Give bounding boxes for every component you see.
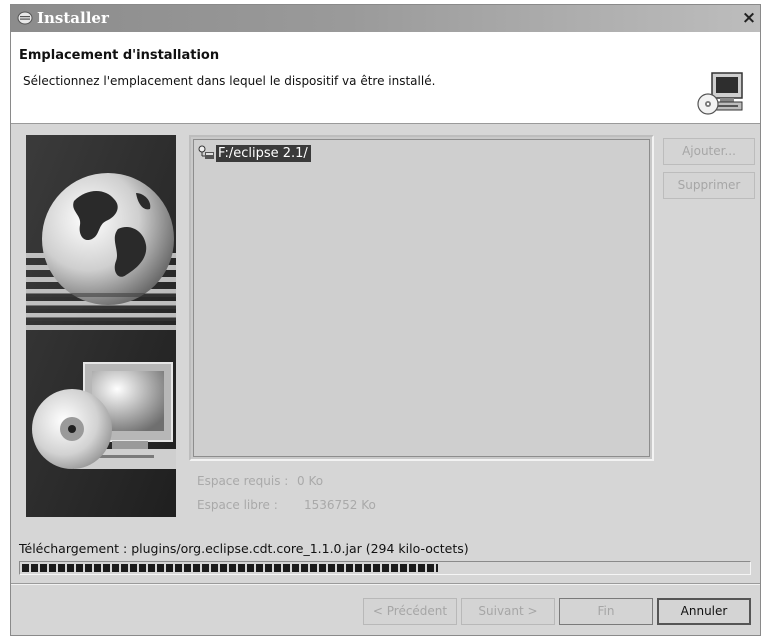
remove-button[interactable]: Supprimer bbox=[663, 172, 755, 199]
eclipse-icon bbox=[17, 11, 33, 25]
wizard-banner-image bbox=[26, 135, 176, 517]
list-viewport: F:/eclipse 2.1/ bbox=[193, 139, 650, 457]
window-title: Installer bbox=[37, 9, 109, 27]
previous-button[interactable]: < Précédent bbox=[363, 598, 457, 625]
wizard-header: Emplacement d'installation Sélectionnez … bbox=[11, 32, 760, 124]
download-progress-bar bbox=[19, 561, 751, 575]
footer-separator bbox=[11, 583, 760, 585]
location-label[interactable]: F:/eclipse 2.1/ bbox=[216, 144, 311, 162]
computer-cd-icon bbox=[697, 72, 743, 115]
finish-button[interactable]: Fin bbox=[559, 598, 653, 625]
page-description: Sélectionnez l'emplacement dans lequel l… bbox=[23, 74, 436, 88]
required-space-label: Espace requis : bbox=[197, 474, 289, 488]
page-title: Emplacement d'installation bbox=[19, 48, 220, 63]
cancel-button[interactable]: Annuler bbox=[657, 598, 751, 625]
title-bar[interactable]: Installer × bbox=[11, 5, 760, 32]
folder-tree-icon bbox=[198, 145, 214, 159]
installer-window: Installer × Emplacement d'installation S… bbox=[10, 4, 761, 636]
install-location-list[interactable]: F:/eclipse 2.1/ bbox=[189, 135, 654, 461]
globe-computer-illustration bbox=[26, 135, 176, 517]
free-space-value: 1536752 Ko bbox=[304, 498, 376, 512]
close-button[interactable]: × bbox=[740, 9, 758, 28]
required-space: Espace requis : 0 Ko bbox=[197, 474, 323, 488]
free-space: Espace libre : 1536752 Ko bbox=[197, 498, 376, 512]
required-space-value: 0 Ko bbox=[297, 474, 324, 488]
progress-fill bbox=[22, 564, 439, 572]
download-status: Téléchargement : plugins/org.eclipse.cdt… bbox=[19, 541, 469, 556]
free-space-label: Espace libre : bbox=[197, 498, 278, 512]
list-item[interactable]: F:/eclipse 2.1/ bbox=[197, 143, 311, 163]
next-button[interactable]: Suivant > bbox=[461, 598, 555, 625]
add-button[interactable]: Ajouter... bbox=[663, 138, 755, 165]
